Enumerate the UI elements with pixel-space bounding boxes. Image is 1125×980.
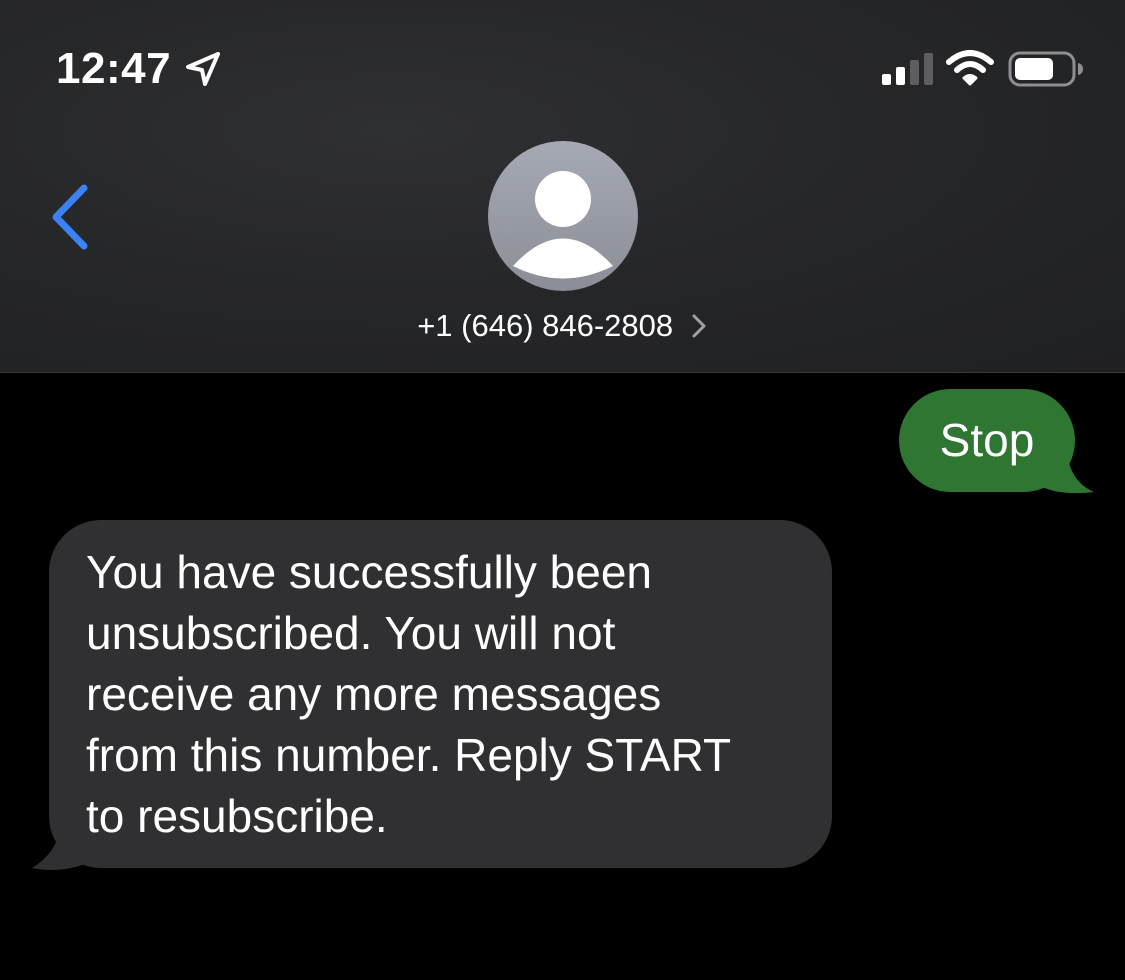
person-silhouette-icon — [513, 171, 613, 279]
chevron-right-icon — [692, 314, 706, 338]
cellular-signal-icon — [882, 53, 933, 85]
back-button[interactable] — [42, 180, 102, 254]
contact-avatar[interactable] — [488, 141, 638, 291]
location-arrow-icon — [186, 52, 220, 86]
wifi-icon — [946, 50, 994, 86]
battery-icon — [1008, 51, 1083, 87]
outgoing-message-bubble[interactable]: Stop — [899, 389, 1075, 492]
contact-name: +1 (646) 846-2808 — [417, 307, 674, 343]
conversation-header: 12:47 +1 (646) 846-2808 — [0, 0, 1125, 373]
status-time: 12:47 — [56, 44, 172, 93]
messages-screen: 12:47 +1 (646) 846-2808 Stop You have su… — [0, 0, 1125, 980]
contact-details-link[interactable]: +1 (646) 846-2808 — [0, 302, 1125, 348]
incoming-message-bubble[interactable]: You have successfully been unsubscribed.… — [49, 520, 832, 868]
